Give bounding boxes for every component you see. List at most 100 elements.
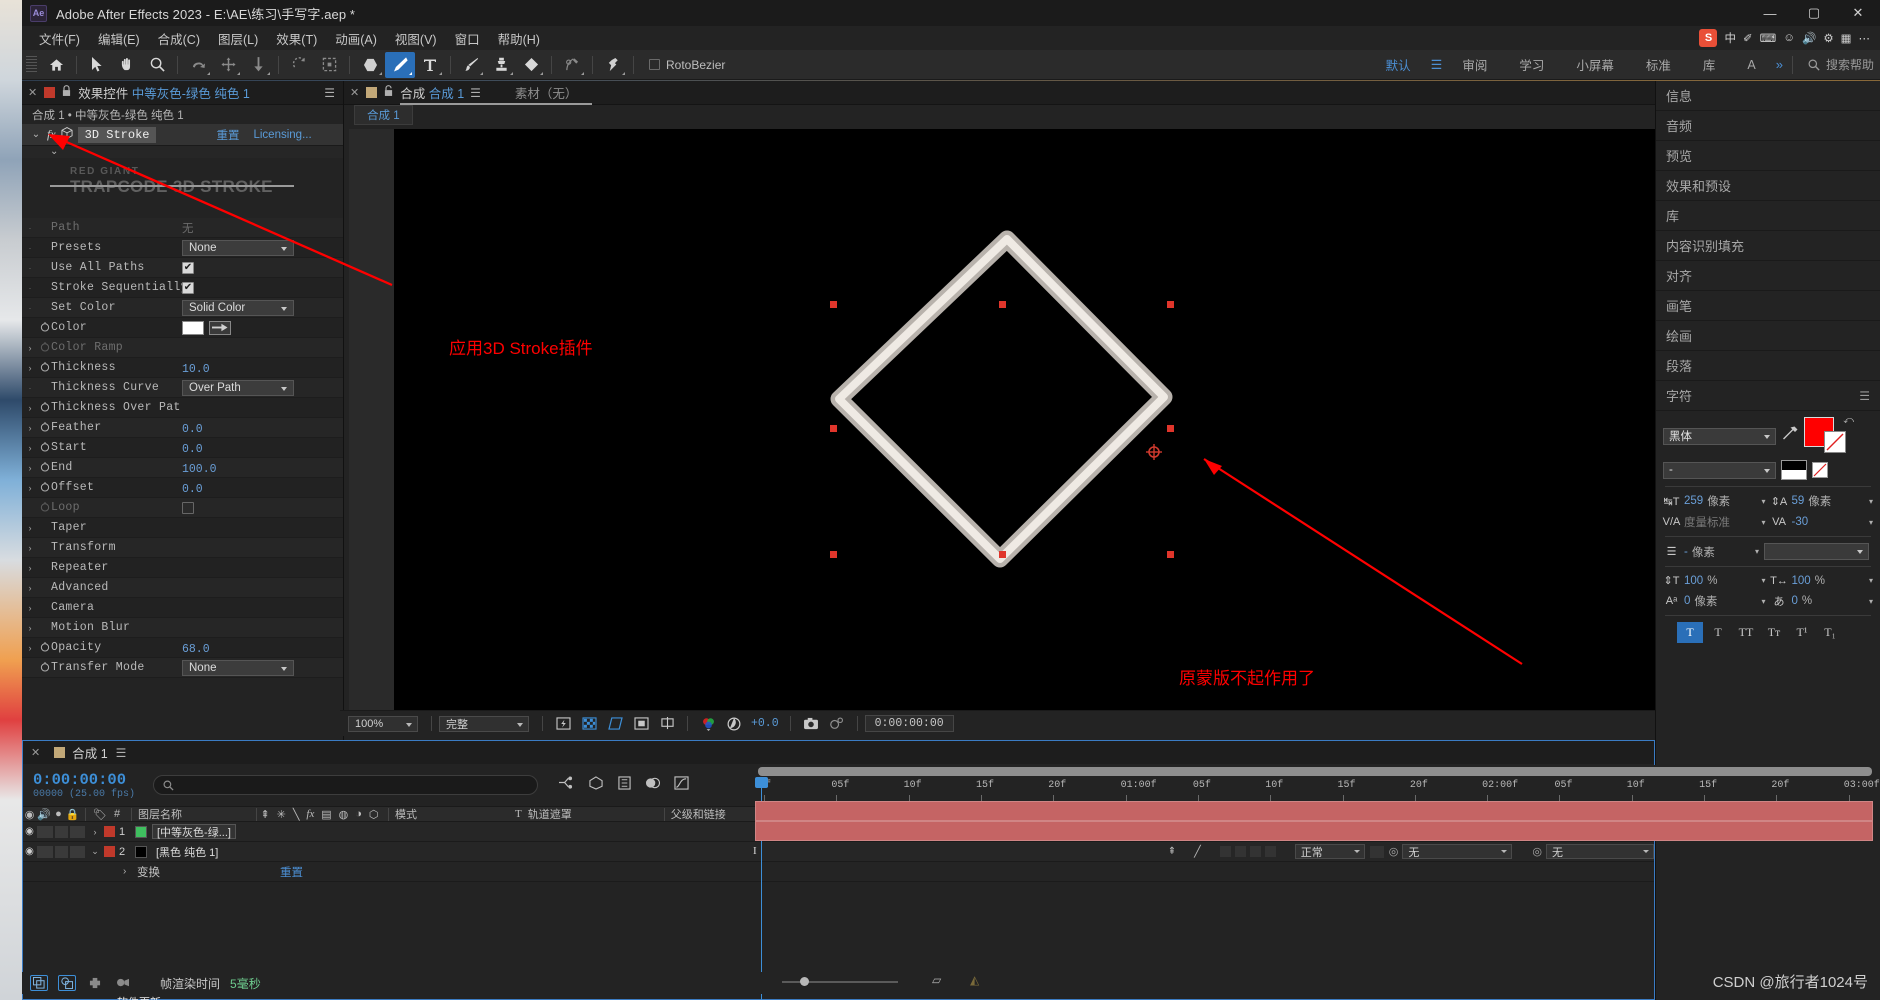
- ime-grid-icon[interactable]: ▦: [1841, 31, 1852, 45]
- baseline-shift-field[interactable]: Aᵃ 0 像素 ▾: [1663, 593, 1766, 609]
- pen-tool-icon[interactable]: [385, 51, 415, 78]
- effect-property-row[interactable]: › End 100.0: [22, 458, 343, 478]
- sogou-ime-icon[interactable]: S: [1699, 29, 1718, 47]
- effect-property-row[interactable]: · Thickness Curve Over Path: [22, 378, 343, 398]
- effect-property-row[interactable]: · Presets None: [22, 238, 343, 258]
- ime-more-icon[interactable]: ⋯: [1859, 31, 1871, 45]
- character-panel-header[interactable]: 字符 ☰: [1656, 381, 1880, 411]
- menu-edit[interactable]: 编辑(E): [89, 27, 149, 50]
- chevron-down-icon[interactable]: ▾: [1869, 597, 1873, 606]
- effect-property-row[interactable]: › Repeater: [22, 558, 343, 578]
- effect-property-value[interactable]: 0.0: [182, 483, 203, 496]
- effect-property-checkbox[interactable]: ✔: [182, 261, 194, 274]
- effect-property-checkbox[interactable]: ✔: [182, 501, 194, 514]
- title-action-safe-icon[interactable]: [630, 715, 652, 733]
- comp-current-time[interactable]: 0:00:00:00: [864, 715, 954, 732]
- comp-menu-icon[interactable]: ☰: [470, 86, 481, 100]
- duplicate-icon[interactable]: [30, 975, 48, 991]
- effect-property-row[interactable]: · Path 无: [22, 218, 343, 238]
- chevron-right-icon[interactable]: ›: [22, 363, 38, 373]
- effect-property-value[interactable]: 0.0: [182, 443, 203, 456]
- chevron-right-icon[interactable]: ›: [123, 866, 137, 877]
- chevron-down-icon[interactable]: ▾: [1761, 497, 1765, 506]
- none-color-icon[interactable]: [1812, 462, 1828, 478]
- right-panel-tab-4[interactable]: 库: [1656, 201, 1880, 231]
- exposure-value[interactable]: +0.0: [751, 717, 779, 730]
- lock-toggle-icon[interactable]: [70, 845, 85, 858]
- right-panel-tab-9[interactable]: 段落: [1656, 351, 1880, 381]
- effect-property-dropdown[interactable]: None: [182, 659, 294, 676]
- effect-property-value[interactable]: 100.0: [182, 463, 217, 476]
- font-style-select[interactable]: -: [1663, 461, 1776, 479]
- chevron-right-icon[interactable]: ›: [22, 463, 38, 473]
- effect-name[interactable]: 3D Stroke: [77, 126, 157, 143]
- ime-pen-icon[interactable]: ✐: [1743, 31, 1753, 45]
- menu-view[interactable]: 视图(V): [386, 27, 446, 50]
- timeline-ruler[interactable]: 0f05f10f15f20f01:00f05f10f15f20f02:00f05…: [755, 765, 1880, 1000]
- horizontal-scale-field[interactable]: T↔ 100 % ▾: [1770, 573, 1873, 588]
- effect-property-value[interactable]: 10.0: [182, 363, 210, 376]
- layer-name-header[interactable]: 图层名称: [138, 806, 256, 822]
- ime-voice-icon[interactable]: 🔊: [1802, 31, 1816, 45]
- effect-property-row[interactable]: › Advanced: [22, 578, 343, 598]
- workspace-standard[interactable]: 标准: [1630, 55, 1687, 74]
- eraser-tool-icon[interactable]: [516, 52, 546, 78]
- chevron-down-icon[interactable]: ▾: [1869, 497, 1873, 506]
- composition-tab-title[interactable]: 合成 合成 1: [400, 83, 464, 102]
- menu-composition[interactable]: 合成(C): [149, 27, 209, 50]
- effect-sub-arrow[interactable]: ⌄: [22, 146, 343, 158]
- effect-property-row[interactable]: › Transform: [22, 538, 343, 558]
- no-fill-stroke-icon[interactable]: [1781, 460, 1807, 480]
- effect-property-row[interactable]: Color: [22, 318, 343, 338]
- menu-effect[interactable]: 效果(T): [267, 27, 326, 50]
- panel-menu-icon[interactable]: ☰: [116, 746, 127, 760]
- brush-tool-icon[interactable]: [456, 52, 486, 78]
- effect-property-dropdown[interactable]: Solid Color: [182, 299, 294, 316]
- clone-stamp-tool-icon[interactable]: [486, 52, 516, 78]
- ime-lang-icon[interactable]: 中: [1724, 30, 1736, 46]
- stopwatch-icon[interactable]: [38, 459, 51, 477]
- timeline-search-input[interactable]: [153, 775, 539, 795]
- rotobezier-option[interactable]: RotoBezier: [649, 58, 725, 72]
- right-panel-tab-7[interactable]: 画笔: [1656, 291, 1880, 321]
- effect-property-row[interactable]: › Thickness Over Pat: [22, 398, 343, 418]
- chevron-right-icon[interactable]: ›: [22, 623, 38, 633]
- stopwatch-icon[interactable]: [38, 499, 51, 517]
- leading-field[interactable]: ⇕A 59 像素 ▾: [1771, 493, 1873, 509]
- effect-licensing-link[interactable]: Licensing...: [253, 129, 311, 141]
- comp-subtab-1[interactable]: 合成 1: [354, 105, 413, 125]
- effect-property-row[interactable]: › Offset 0.0: [22, 478, 343, 498]
- text-style-button-5[interactable]: T₁: [1817, 622, 1843, 643]
- effect-property-row[interactable]: › Motion Blur: [22, 618, 343, 638]
- layer-label-color[interactable]: [104, 826, 115, 837]
- stroke-style-select[interactable]: [1764, 543, 1869, 560]
- resolution-dropdown[interactable]: 完整: [439, 715, 529, 732]
- chevron-right-icon[interactable]: ›: [22, 403, 38, 413]
- effect-property-value[interactable]: 0.0: [182, 423, 203, 436]
- layer-bar-1[interactable]: [755, 801, 1873, 821]
- solo-toggle-icon[interactable]: [55, 845, 68, 858]
- lock-icon[interactable]: [384, 84, 393, 102]
- shape-tool-icon[interactable]: [355, 52, 385, 78]
- type-tool-icon[interactable]: [415, 52, 445, 78]
- hide-shy-layers-icon[interactable]: [618, 775, 631, 795]
- menu-layer[interactable]: 图层(L): [209, 27, 267, 50]
- vertical-scale-field[interactable]: ⇕T 100 % ▾: [1663, 573, 1766, 588]
- puppet-pin-tool-icon[interactable]: [598, 52, 628, 78]
- effect-property-row[interactable]: › Opacity 68.0: [22, 638, 343, 658]
- chevron-down-icon[interactable]: ⌄: [30, 129, 42, 140]
- eyedropper-icon[interactable]: [1781, 425, 1799, 448]
- stopwatch-icon[interactable]: [38, 479, 51, 497]
- chevron-right-icon[interactable]: ›: [22, 523, 38, 533]
- search-help-box[interactable]: 搜索帮助: [1798, 56, 1874, 73]
- chevron-down-icon[interactable]: ▾: [1761, 518, 1765, 527]
- layer-expand-icon[interactable]: ⌄: [86, 846, 104, 857]
- graph-editor-icon[interactable]: [674, 775, 689, 795]
- lock-toggle-icon[interactable]: [70, 825, 85, 838]
- show-snapshot-icon[interactable]: [826, 715, 848, 733]
- chevron-down-icon[interactable]: ▾: [1869, 576, 1873, 585]
- workspace-overflow-icon[interactable]: »: [1772, 57, 1787, 72]
- zoom-level-dropdown[interactable]: 100%: [348, 715, 418, 732]
- audio-toggle-icon[interactable]: [37, 845, 53, 858]
- text-style-button-1[interactable]: T: [1705, 622, 1731, 643]
